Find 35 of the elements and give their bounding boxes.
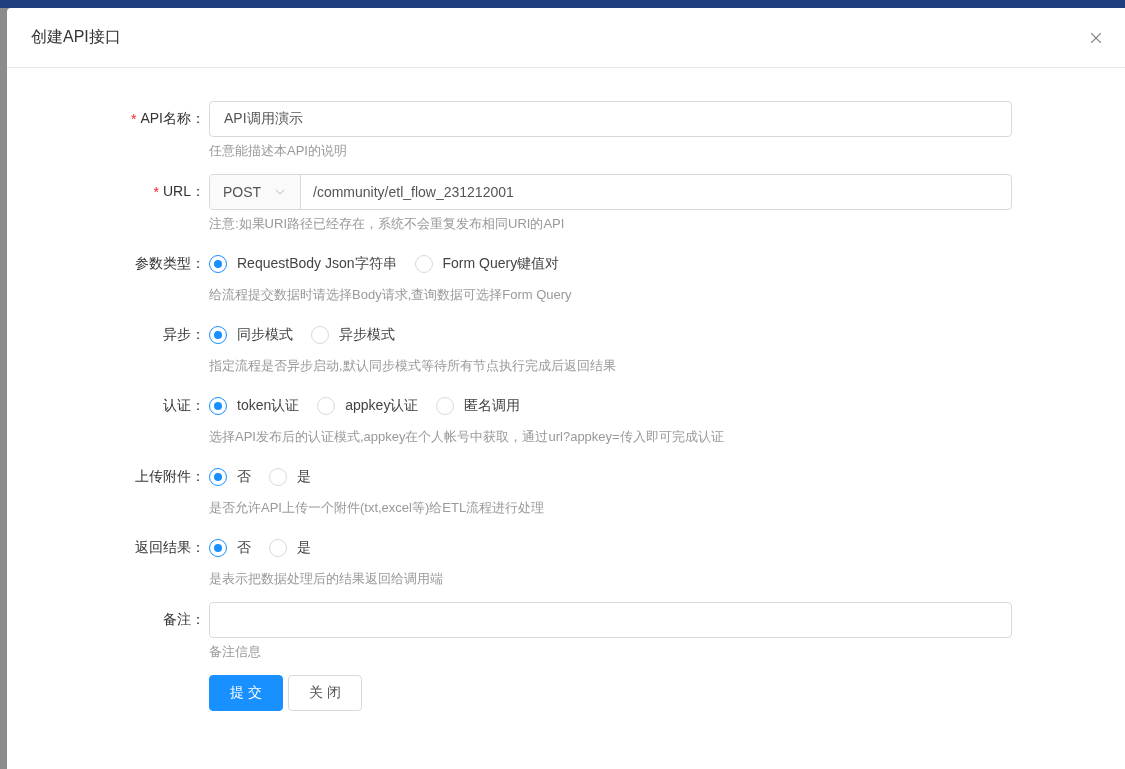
input-field[interactable] bbox=[209, 602, 1012, 638]
radio-label[interactable]: Form Query键值对 bbox=[442, 255, 560, 273]
radio-label[interactable]: 是 bbox=[297, 539, 311, 557]
radio-label[interactable]: 是 bbox=[297, 468, 311, 486]
url-input-field[interactable]: /community/etl_flow_231212001 bbox=[301, 175, 1011, 209]
input-field[interactable]: API调用演示 bbox=[209, 101, 1012, 137]
field-label: 上传附件： bbox=[135, 468, 205, 486]
radio-label[interactable]: appkey认证 bbox=[345, 397, 419, 415]
url-input-group[interactable]: POST /community/etl_flow_231212001 bbox=[209, 174, 1012, 210]
radio-label[interactable]: 同步模式 bbox=[237, 326, 293, 344]
field-label: 备注： bbox=[163, 611, 205, 629]
help-text: 是表示把数据处理后的结果返回给调用端 bbox=[209, 570, 444, 588]
radio-label[interactable]: 否 bbox=[237, 468, 251, 486]
field-label: 参数类型： bbox=[135, 255, 205, 273]
required-mark: * bbox=[130, 111, 137, 127]
radio-label[interactable]: RequestBody Json字符串 bbox=[237, 255, 397, 273]
dialog-title: 创建API接口 bbox=[31, 27, 121, 47]
radio-label[interactable]: 异步模式 bbox=[339, 326, 395, 344]
method-select[interactable]: POST bbox=[210, 175, 301, 209]
field-label: URL： bbox=[163, 183, 205, 201]
field-label: 返回结果： bbox=[135, 539, 205, 557]
help-text: 指定流程是否异步启动,默认同步模式等待所有节点执行完成后返回结果 bbox=[209, 357, 617, 375]
field-label: API名称： bbox=[140, 110, 205, 128]
field-label: 异步： bbox=[163, 326, 205, 344]
help-text: 选择API发布后的认证模式,appkey在个人帐号中获取，通过url?appkey=传入即可完成认证 bbox=[209, 428, 725, 446]
required-mark: * bbox=[153, 184, 159, 200]
radio-label[interactable]: token认证 bbox=[237, 397, 300, 415]
help-text: 注意:如果URI路径已经存在，系统不会重复发布相同URI的API bbox=[209, 215, 566, 233]
radio-label[interactable]: 否 bbox=[237, 539, 251, 557]
help-text: 任意能描述本API的说明 bbox=[209, 142, 348, 160]
field-label: 认证： bbox=[163, 397, 205, 415]
close-button[interactable]: 关闭 bbox=[288, 675, 362, 711]
radio-label[interactable]: 匿名调用 bbox=[464, 397, 521, 415]
help-text: 给流程提交数据时请选择Body请求,查询数据可选择Form Query bbox=[209, 286, 573, 304]
help-text: 备注信息 bbox=[209, 643, 262, 661]
